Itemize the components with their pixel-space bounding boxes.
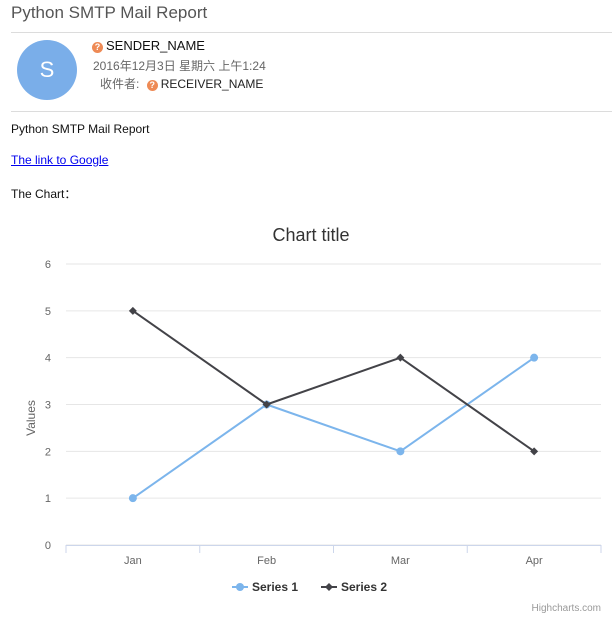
x-tick-label: Jan: [124, 555, 142, 567]
question-badge-icon: ?: [146, 80, 158, 91]
legend-label: Series 2: [341, 580, 387, 594]
legend-item-series-1[interactable]: Series 1: [232, 580, 298, 594]
x-tick-label: Mar: [391, 555, 410, 567]
y-tick-label: 1: [45, 493, 51, 505]
chart-credits[interactable]: Highcharts.com: [532, 603, 601, 614]
meta-divider: [11, 111, 612, 112]
line-chart: Chart title 0 1 2 3 4 5 6 Jan Feb Mar Apr Values S…: [24, 225, 602, 614]
y-tick-label: 0: [45, 540, 51, 552]
sender-avatar: S: [17, 40, 77, 100]
data-point-series-1: [128, 494, 137, 503]
chart-axes: 0 1 2 3 4 5 6 Jan Feb Mar Apr: [45, 259, 602, 567]
series-line-2: [132, 310, 535, 453]
mail-subject-title: Python SMTP Mail Report: [11, 3, 208, 22]
x-tick-label: Apr: [526, 555, 543, 567]
header-divider: [11, 32, 612, 33]
avatar-letter: S: [39, 57, 55, 82]
sender-name[interactable]: SENDER_NAME: [106, 38, 205, 53]
chart-intro-text: The Chart：: [11, 187, 77, 201]
receiver-label: 收件者:: [100, 77, 140, 91]
sender-line[interactable]: ? SENDER_NAME: [92, 38, 205, 53]
legend-marker-symbol: [325, 583, 333, 591]
question-badge-icon: ?: [92, 42, 103, 53]
body-heading: Python SMTP Mail Report: [11, 122, 150, 136]
y-tick-label: 4: [45, 353, 51, 365]
y-tick-label: 3: [45, 400, 51, 412]
y-tick-label: 2: [45, 446, 51, 458]
y-tick-label: 5: [45, 306, 51, 318]
y-tick-label: 6: [45, 259, 51, 271]
receiver-line: 收件者: ? RECEIVER_NAME: [100, 75, 263, 92]
data-point-series-1: [396, 447, 405, 456]
legend-marker-symbol: [236, 583, 244, 591]
mail-date: 2016年12月3日 星期六 上午1:24: [93, 59, 266, 73]
receiver-name[interactable]: RECEIVER_NAME: [161, 77, 264, 91]
x-tick-label: Feb: [257, 555, 276, 567]
google-link[interactable]: The link to Google: [11, 153, 108, 167]
y-axis-label: Values: [24, 400, 38, 436]
legend-label: Series 1: [252, 580, 298, 594]
data-point-series-1: [530, 353, 539, 362]
chart-legend[interactable]: Series 1 Series 2: [232, 580, 387, 594]
chart-title: Chart title: [272, 225, 349, 245]
chart-gridlines: [66, 263, 601, 546]
legend-item-series-2[interactable]: Series 2: [321, 580, 387, 594]
series-line-1: [132, 356, 535, 499]
